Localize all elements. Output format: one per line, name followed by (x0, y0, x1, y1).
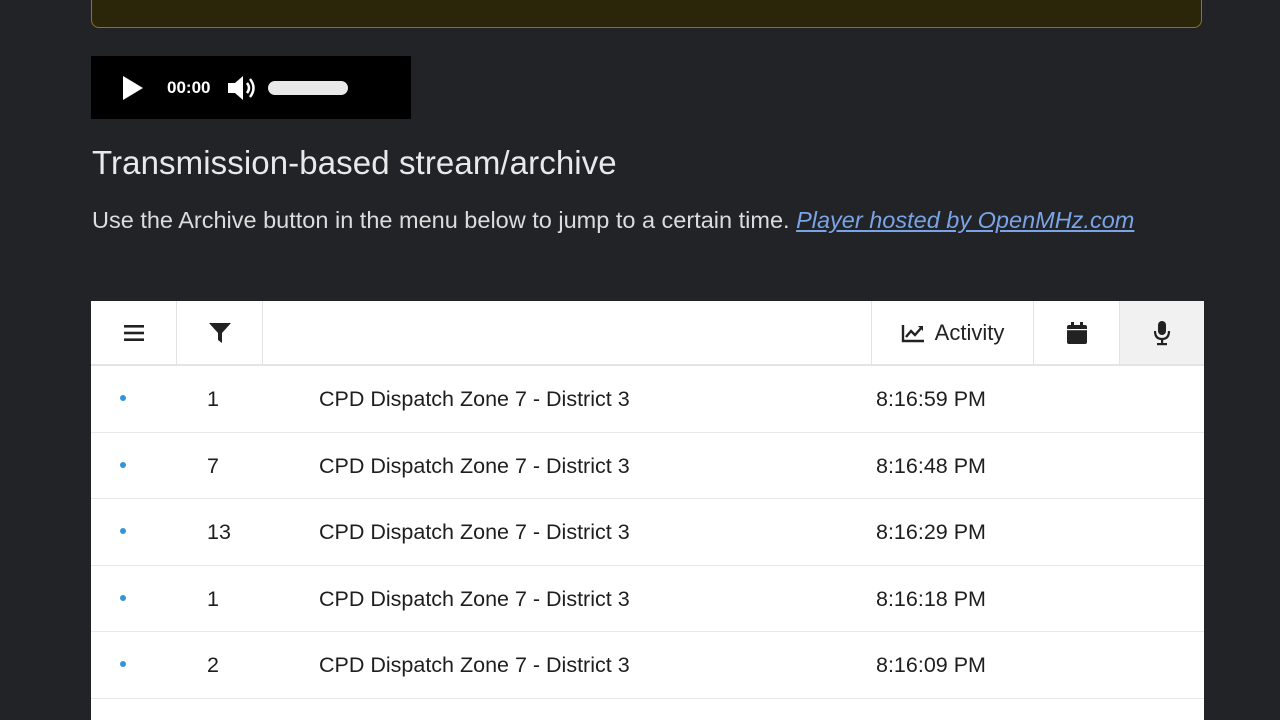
status-dot (120, 594, 126, 601)
volume-icon[interactable] (226, 74, 258, 102)
talkgroup-name: CPD Dispatch Zone 7 - District 3 (319, 586, 630, 611)
audio-time: 00:00 (167, 77, 211, 97)
calendar-icon (1066, 321, 1087, 344)
call-time: 8:16:29 PM (876, 520, 986, 544)
audio-player: 00:00 (91, 56, 411, 119)
status-dot (120, 528, 126, 534)
menu-button[interactable] (91, 301, 177, 364)
openmhz-link[interactable]: Player hosted by OpenMHz.com (796, 207, 1134, 233)
call-time: 8:16:09 PM (876, 653, 986, 677)
table-toolbar: Activity (91, 301, 1204, 366)
calendar-button[interactable] (1034, 301, 1120, 364)
page-title: Transmission-based stream/archive (92, 144, 617, 181)
calls-table: Activity 1 CPD Dispatch Zone 7 - Distric… (91, 301, 1204, 720)
table-row[interactable]: 1 CPD Dispatch Zone 7 - District 3 8:16:… (91, 366, 1204, 433)
talkgroup-name: CPD Dispatch Zone 7 - District 3 (319, 453, 630, 478)
talkgroup-name: CPD Dispatch Zone 7 - District 3 (319, 520, 630, 544)
menu-icon (123, 324, 144, 341)
transmission-count: 7 (207, 453, 219, 478)
line-chart-icon (901, 324, 924, 342)
status-dot (120, 461, 126, 468)
toolbar-spacer (263, 301, 872, 364)
transmission-count: 1 (207, 586, 219, 611)
description-text: Use the Archive button in the menu below… (92, 207, 797, 233)
microphone-button[interactable] (1120, 301, 1204, 364)
transmission-count: 13 (207, 520, 231, 544)
transmission-count: 1 (207, 387, 219, 411)
activity-label: Activity (934, 319, 1005, 345)
table-row[interactable]: 13 CPD Dispatch Zone 7 - District 3 8:16… (91, 499, 1204, 566)
status-dot (120, 395, 126, 401)
alert-banner (91, 0, 1202, 28)
filter-button[interactable] (177, 301, 263, 364)
transmission-count: 2 (207, 653, 219, 677)
microphone-icon (1153, 320, 1171, 345)
call-time: 8:16:18 PM (876, 586, 986, 611)
play-icon[interactable] (121, 74, 145, 102)
volume-slider[interactable] (268, 80, 349, 95)
description: Use the Archive button in the menu below… (92, 201, 1142, 239)
talkgroup-name: CPD Dispatch Zone 7 - District 3 (319, 387, 630, 411)
table-row[interactable]: 7 CPD Dispatch Zone 7 - District 3 8:16:… (91, 433, 1204, 499)
page: 00:00 Transmission-based stream/archive … (0, 0, 1280, 720)
call-time: 8:16:48 PM (876, 453, 986, 478)
call-time: 8:16:59 PM (876, 387, 986, 411)
status-dot (120, 661, 126, 667)
activity-button[interactable]: Activity (872, 301, 1034, 364)
table-row[interactable]: 1 CPD Dispatch Zone 7 - District 3 8:16:… (91, 566, 1204, 632)
filter-icon (208, 322, 231, 343)
table-row[interactable]: 2 CPD Dispatch Zone 7 - District 3 8:16:… (91, 632, 1204, 699)
talkgroup-name: CPD Dispatch Zone 7 - District 3 (319, 653, 630, 677)
table-body: 1 CPD Dispatch Zone 7 - District 3 8:16:… (91, 366, 1204, 699)
